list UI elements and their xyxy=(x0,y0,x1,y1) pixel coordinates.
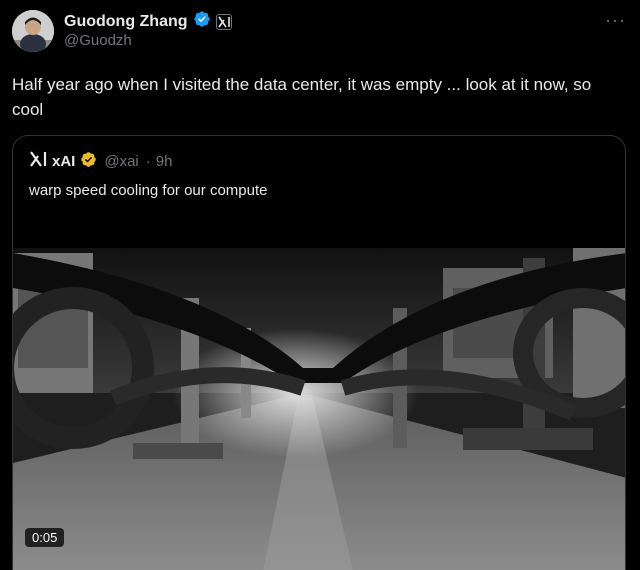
author-handle[interactable]: @Guodzh xyxy=(64,32,132,49)
author-line: Guodong Zhang xyxy=(64,10,232,33)
xai-logo-icon xyxy=(29,150,47,173)
post-text: Half year ago when I visited the data ce… xyxy=(12,75,592,119)
avatar[interactable] xyxy=(12,10,54,52)
video-frame xyxy=(13,248,625,570)
quoted-time: 9h xyxy=(155,153,173,170)
quoted-handle: @xai xyxy=(104,153,139,170)
video-player[interactable]: 0:05 xyxy=(13,248,625,570)
tweet: Guodong Zhang @Guodzh ··· Half year ago … xyxy=(0,0,640,570)
gold-verified-badge-icon xyxy=(80,151,97,173)
quoted-author-line: xAI @xai · 9h xyxy=(29,150,172,173)
quoted-author-name: xAI xyxy=(52,153,76,170)
video-timestamp: 0:05 xyxy=(25,528,65,547)
quoted-text: warp speed cooling for our compute xyxy=(29,182,268,199)
more-horizontal-icon[interactable]: ··· xyxy=(605,10,626,31)
author-name[interactable]: Guodong Zhang xyxy=(64,13,188,31)
xai-affiliate-badge-icon[interactable] xyxy=(215,13,232,30)
verified-badge-icon xyxy=(193,10,211,33)
separator-dot: · xyxy=(145,153,151,170)
quoted-tweet[interactable]: xAI @xai · 9h warp speed cooling for our… xyxy=(12,135,626,570)
